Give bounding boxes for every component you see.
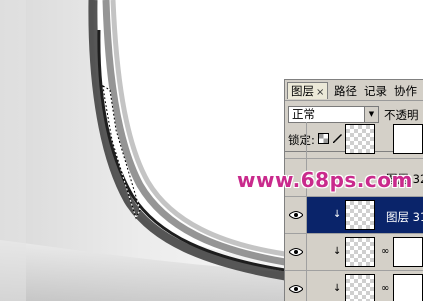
- chain-link-icon[interactable]: ∞: [381, 246, 389, 257]
- visibility-cell[interactable]: [285, 122, 307, 158]
- layer-thumbnail: [345, 124, 375, 154]
- close-icon[interactable]: ×: [316, 87, 324, 98]
- tab-history[interactable]: 记录: [364, 83, 387, 99]
- visibility-cell[interactable]: [285, 197, 307, 233]
- tab-actions[interactable]: 协作: [394, 83, 417, 99]
- tab-paths[interactable]: 路径: [334, 83, 357, 99]
- layer-thumbnail: [345, 200, 375, 230]
- visibility-cell[interactable]: [285, 271, 307, 301]
- blend-mode-value: 正常: [292, 107, 315, 121]
- mask-thumbnail[interactable]: [393, 237, 423, 267]
- blend-mode-select[interactable]: 正常 ▼: [288, 106, 379, 123]
- eye-icon[interactable]: [288, 248, 304, 256]
- layer-row[interactable]: ↓ ∞: [285, 234, 423, 271]
- layer-row-hidden-top[interactable]: [285, 122, 423, 159]
- chain-link-icon[interactable]: ∞: [381, 283, 389, 294]
- mask-thumbnail[interactable]: [393, 274, 423, 301]
- clipping-arrow-icon: ↓: [333, 209, 342, 220]
- visibility-cell[interactable]: [285, 234, 307, 270]
- chevron-down-icon[interactable]: ▼: [364, 107, 378, 122]
- mask-thumbnail: [393, 124, 423, 154]
- layer-row-selected[interactable]: ↓ 图层 31: [285, 197, 423, 234]
- opacity-label: 不透明: [384, 108, 419, 122]
- tab-layers-label: 图层: [291, 84, 314, 98]
- clipping-arrow-icon: ↓: [333, 283, 342, 294]
- tab-layers[interactable]: 图层 ×: [287, 82, 329, 99]
- panel-tab-bar: 图层 × 路径 记录 协作: [285, 80, 423, 101]
- layer-name: 图层 31: [386, 210, 423, 224]
- eye-icon[interactable]: [288, 285, 304, 293]
- clipping-arrow-icon: ↓: [333, 246, 342, 257]
- layer-thumbnail: [345, 237, 375, 267]
- eye-icon[interactable]: [288, 211, 304, 219]
- layer-thumbnail: [345, 274, 375, 301]
- watermark: www.68ps.com: [237, 168, 413, 192]
- layer-row[interactable]: ↓ ∞: [285, 271, 423, 301]
